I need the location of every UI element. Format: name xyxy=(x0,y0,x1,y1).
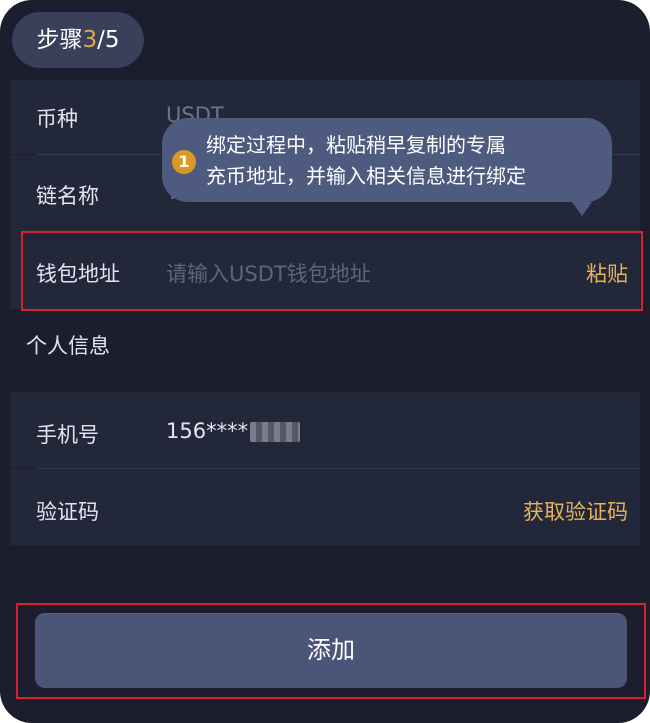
phone-label: 手机号 xyxy=(36,423,99,447)
phone-row: 手机号 156**** xyxy=(10,392,640,468)
add-highlight-box xyxy=(16,603,646,699)
phone-value: 156**** xyxy=(166,419,301,443)
tooltip-line-2: 充币地址，并输入相关信息进行绑定 xyxy=(206,164,526,188)
step-badge: 1 xyxy=(172,150,196,174)
step-prefix: 步骤 xyxy=(36,27,83,53)
wallet-highlight-box xyxy=(21,231,643,311)
tooltip-line-1: 绑定过程中，粘贴稍早复制的专属 xyxy=(206,133,506,157)
currency-label: 币种 xyxy=(36,107,78,131)
chain-label: 链名称 xyxy=(36,184,99,208)
code-label: 验证码 xyxy=(36,500,99,524)
redacted-blur xyxy=(250,422,301,442)
step-current: 3 xyxy=(82,27,98,53)
personal-info-title: 个人信息 xyxy=(26,334,110,358)
code-row: 验证码 获取验证码 xyxy=(10,469,640,545)
step-total: /5 xyxy=(97,27,120,53)
get-code-button[interactable]: 获取验证码 xyxy=(523,496,628,526)
app-frame: 步骤3/5 币种 USDT 链名称 TRC20 钱包地址 请输入USDT钱包地址… xyxy=(0,0,650,723)
phone-number: 156**** xyxy=(166,419,249,443)
step-indicator: 步骤3/5 xyxy=(12,12,144,68)
binding-tooltip: 1 绑定过程中，粘贴稍早复制的专属 充币地址，并输入相关信息进行绑定 xyxy=(162,118,612,216)
